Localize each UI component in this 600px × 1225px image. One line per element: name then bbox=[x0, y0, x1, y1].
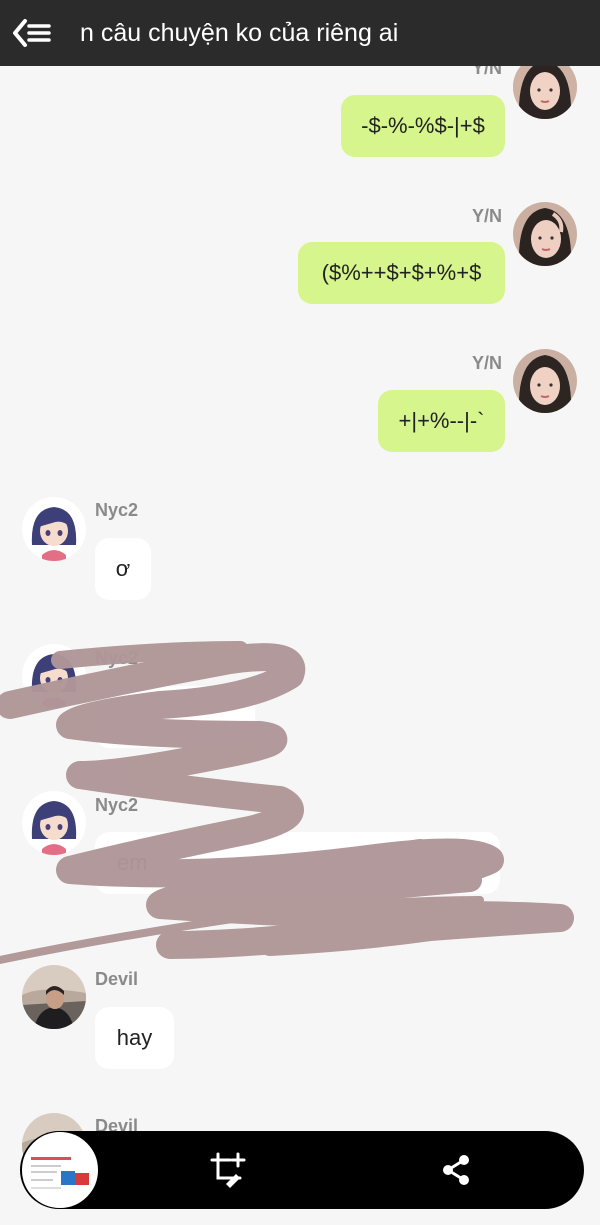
back-button[interactable] bbox=[0, 0, 66, 66]
sender-name: Y/N bbox=[472, 206, 503, 226]
sender-name: Devil bbox=[95, 969, 139, 989]
sender-name: Nyc2 bbox=[95, 795, 139, 815]
share-icon bbox=[443, 1155, 469, 1185]
sender-name: Y/N bbox=[472, 66, 503, 78]
message-bubble[interactable] bbox=[95, 686, 255, 748]
avatar[interactable] bbox=[22, 644, 86, 708]
avatar[interactable] bbox=[22, 791, 86, 855]
message-bubble[interactable]: ($%++$+$+%+$ bbox=[298, 242, 505, 304]
message-bubble[interactable]: em bbox=[95, 832, 500, 894]
message-bubble[interactable]: hay bbox=[95, 1007, 174, 1069]
share-button[interactable] bbox=[436, 1150, 476, 1190]
top-bar: n câu chuyện ko của riêng ai bbox=[0, 0, 600, 66]
screenshot-thumbnail[interactable] bbox=[22, 1132, 98, 1208]
crop-edit-button[interactable] bbox=[208, 1150, 248, 1190]
crop-edit-icon bbox=[210, 1152, 246, 1188]
avatar[interactable] bbox=[513, 349, 577, 413]
message-bubble[interactable]: ơ bbox=[95, 538, 151, 600]
message-bubble[interactable]: -$-%-%$-|+$ bbox=[341, 95, 505, 157]
avatar[interactable] bbox=[22, 497, 86, 561]
chat-list[interactable]: Y/N -$-%-%$-|+$ Y/N ($%++$+$+%+$ Y/N +|+… bbox=[0, 66, 600, 1225]
page-title: n câu chuyện ko của riêng ai bbox=[80, 18, 399, 47]
sender-name: Y/N bbox=[472, 353, 503, 373]
sender-name: Nyc2 bbox=[95, 500, 139, 520]
avatar[interactable] bbox=[513, 66, 577, 119]
sender-name: Nyc2 bbox=[95, 648, 139, 668]
avatar[interactable] bbox=[513, 202, 577, 266]
bottom-action-bar bbox=[20, 1131, 584, 1209]
back-list-icon bbox=[13, 19, 51, 47]
message-bubble[interactable]: +|+%--|-` bbox=[378, 390, 505, 452]
avatar[interactable] bbox=[22, 965, 86, 1029]
